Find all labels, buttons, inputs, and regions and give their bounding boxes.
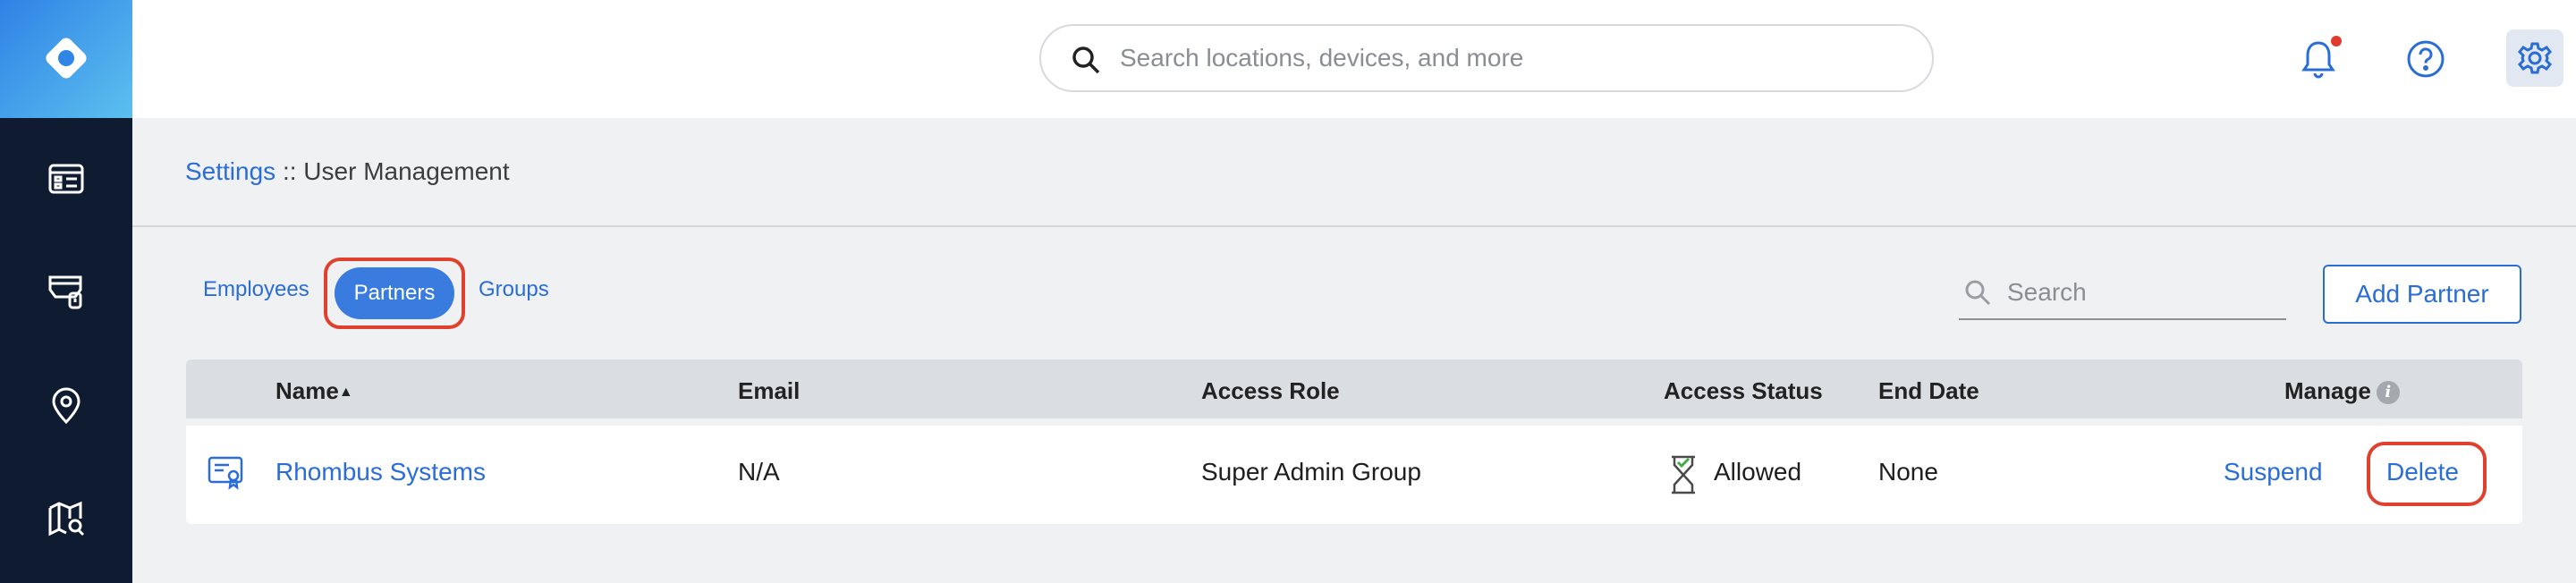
map-search-icon[interactable] <box>45 497 88 540</box>
breadcrumb: Settings :: User Management <box>185 157 510 186</box>
column-header-name[interactable]: Name▲ <box>275 377 353 405</box>
help-icon[interactable] <box>2399 32 2453 86</box>
logo-diamond-icon <box>46 38 87 79</box>
column-header-email: Email <box>738 377 801 404</box>
search-icon <box>1072 46 1100 74</box>
info-icon[interactable]: i <box>2376 381 2400 405</box>
settings-button[interactable] <box>2506 30 2563 87</box>
partner-name-link[interactable]: Rhombus Systems <box>275 458 486 486</box>
column-header-manage: Manage i <box>2284 377 2400 405</box>
partner-search-input[interactable] <box>2007 274 2275 311</box>
header-divider <box>132 225 2576 227</box>
tab-groups[interactable]: Groups <box>479 277 549 302</box>
sort-ascending-icon: ▲ <box>338 384 353 401</box>
name-header-label: Name <box>275 377 339 404</box>
access-status-value: Allowed <box>1714 458 1802 486</box>
column-header-access-role: Access Role <box>1201 377 1340 404</box>
certificate-icon <box>208 456 243 490</box>
location-pin-icon[interactable] <box>45 384 88 427</box>
notification-dot <box>2331 36 2342 46</box>
table-header: Name▲ Email Access Role Access Status En… <box>186 359 2522 418</box>
partner-email: N/A <box>738 458 780 486</box>
gear-icon <box>2517 42 2553 74</box>
manage-header-label: Manage <box>2284 377 2371 404</box>
camera-grid-icon[interactable] <box>45 157 88 200</box>
hourglass-icon <box>1672 455 1695 494</box>
global-search-input[interactable] <box>1120 37 1907 80</box>
logo[interactable] <box>0 0 132 118</box>
camera-badge-icon[interactable] <box>45 270 88 313</box>
add-partner-button[interactable]: Add Partner <box>2323 265 2521 324</box>
table-row: Rhombus Systems N/A Super Admin Group Al… <box>186 426 2522 524</box>
end-date-value: None <box>1878 458 1938 486</box>
breadcrumb-settings-link[interactable]: Settings <box>185 157 275 185</box>
partner-access-role: Super Admin Group <box>1201 458 1421 486</box>
delete-button-highlight <box>2367 442 2487 506</box>
breadcrumb-separator: :: <box>275 157 304 185</box>
breadcrumb-current: User Management <box>303 157 510 185</box>
tab-employees[interactable]: Employees <box>203 277 309 302</box>
sidebar <box>0 0 132 583</box>
column-header-end-date: End Date <box>1878 377 1979 404</box>
global-search[interactable] <box>1039 24 1934 92</box>
top-bar: ET <box>132 0 2576 118</box>
column-header-access-status: Access Status <box>1664 377 1823 404</box>
search-icon <box>1965 280 1991 306</box>
suspend-button[interactable]: Suspend <box>2224 458 2323 486</box>
partners-tab-highlight <box>324 258 465 329</box>
partner-search[interactable] <box>1959 268 2286 320</box>
